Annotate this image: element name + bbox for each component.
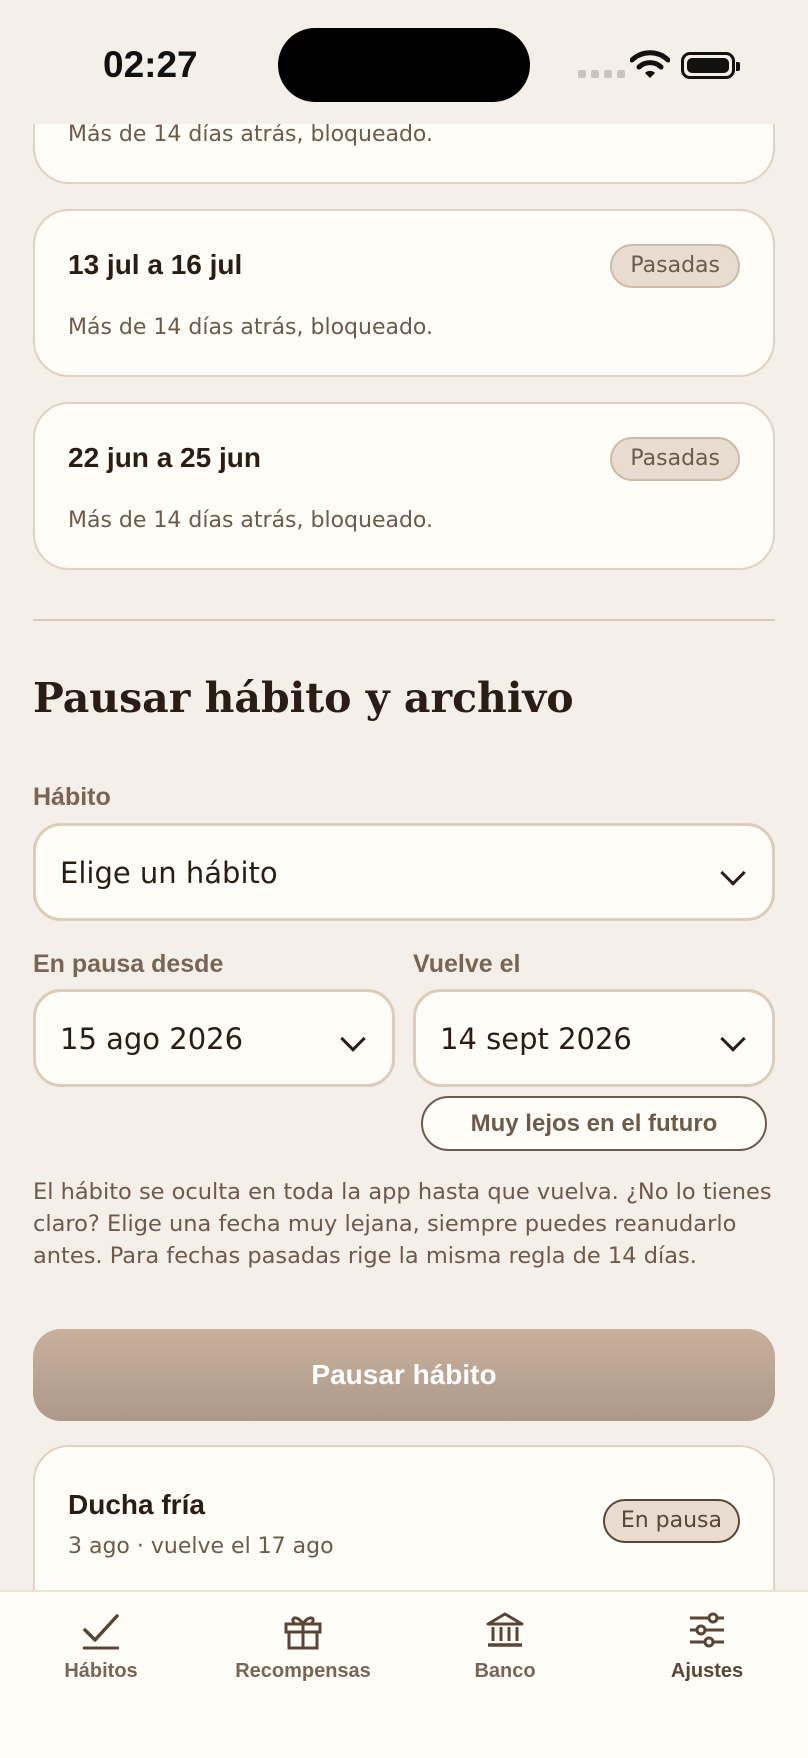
return-value: 14 sept 2026 bbox=[440, 1022, 632, 1056]
dynamic-island bbox=[278, 28, 530, 102]
help-text: El hábito se oculta en toda la app hasta… bbox=[33, 1179, 772, 1269]
card-subtitle: Más de 14 días atrás, bloqueado. bbox=[68, 315, 433, 340]
date-range-card: 22 jun a 25 jun Pasadas Más de 14 días a… bbox=[33, 402, 775, 570]
habit-select-value: Elige un hábito bbox=[60, 856, 278, 890]
paused-habit-detail: 3 ago · vuelve el 17 ago bbox=[68, 1534, 334, 1559]
tab-habitos[interactable]: Hábitos bbox=[0, 1610, 202, 1683]
tab-ajustes[interactable]: Ajustes bbox=[606, 1610, 808, 1683]
habit-label: Hábito bbox=[33, 783, 111, 811]
paused-badge: En pausa bbox=[602, 1499, 740, 1543]
chevron-down-icon bbox=[720, 860, 746, 886]
date-range-card: 13 jul a 16 jul Pasadas Más de 14 días a… bbox=[33, 209, 775, 377]
return-select[interactable]: 14 sept 2026 bbox=[413, 989, 775, 1087]
return-label: Vuelve el bbox=[413, 950, 521, 978]
chevron-down-icon bbox=[720, 1026, 746, 1052]
sliders-icon bbox=[690, 1612, 724, 1648]
check-icon bbox=[83, 1614, 119, 1650]
gift-icon bbox=[284, 1616, 322, 1650]
habit-select[interactable]: Elige un hábito bbox=[33, 823, 775, 921]
signal-icon bbox=[578, 70, 625, 78]
tab-bar: Hábitos Recompensas Banco Ajustes bbox=[0, 1590, 808, 1758]
far-future-button[interactable]: Muy lejos en el futuro bbox=[421, 1096, 767, 1151]
tab-recompensas[interactable]: Recompensas bbox=[202, 1610, 404, 1683]
battery-icon bbox=[681, 52, 740, 79]
wifi-icon bbox=[630, 50, 670, 78]
card-subtitle: Más de 14 días atrás, bloqueado. bbox=[68, 122, 433, 147]
card-subtitle: Más de 14 días atrás, bloqueado. bbox=[68, 508, 433, 533]
card-title: 13 jul a 16 jul bbox=[68, 249, 243, 280]
tab-label: Hábitos bbox=[64, 1660, 138, 1682]
section-divider bbox=[33, 619, 775, 621]
pause-from-select[interactable]: 15 ago 2026 bbox=[33, 989, 395, 1087]
status-badge: Pasadas bbox=[610, 437, 740, 481]
tab-label: Ajustes bbox=[670, 1660, 744, 1682]
tab-banco[interactable]: Banco bbox=[404, 1610, 606, 1683]
status-time: 02:27 bbox=[103, 44, 198, 85]
tab-label: Banco bbox=[474, 1660, 536, 1682]
pause-from-label: En pausa desde bbox=[33, 950, 224, 978]
status-badge: Pasadas bbox=[610, 244, 740, 288]
section-title: Pausar hábito y archivo bbox=[33, 674, 574, 722]
status-bar: 02:27 bbox=[0, 0, 808, 124]
card-title: 22 jun a 25 jun bbox=[68, 442, 261, 473]
paused-habit-name: Ducha fría bbox=[68, 1489, 205, 1520]
bank-icon bbox=[486, 1612, 524, 1647]
chevron-down-icon bbox=[340, 1026, 366, 1052]
pause-from-value: 15 ago 2026 bbox=[60, 1022, 244, 1056]
tab-label: Recompensas bbox=[235, 1660, 371, 1682]
pause-habit-button[interactable]: Pausar hábito bbox=[33, 1329, 775, 1421]
